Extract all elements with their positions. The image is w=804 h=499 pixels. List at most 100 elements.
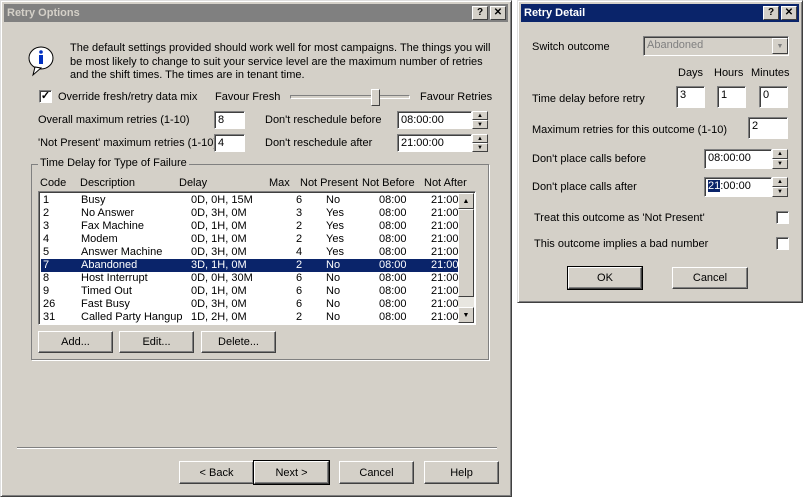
- scroll-down-icon[interactable]: ▼: [458, 307, 474, 323]
- cell-not-before: 08:00: [379, 311, 407, 323]
- table-row[interactable]: 26 Fast Busy 0D, 3H, 0M 6 No 08:00 21:00: [41, 298, 459, 311]
- retry-detail-titlebar[interactable]: Retry Detail ? ✕: [521, 4, 799, 22]
- bad-number-checkbox[interactable]: [776, 237, 789, 250]
- retry-options-window: Retry Options ? ✕ The default settings p…: [0, 0, 512, 497]
- spin-up-icon[interactable]: ▲: [472, 111, 488, 120]
- switch-outcome-select[interactable]: Abandoned: [643, 36, 789, 56]
- not-present-max-input[interactable]: 4: [214, 134, 245, 152]
- info-text: The default settings provided should wor…: [70, 42, 491, 81]
- cancel-button[interactable]: Cancel: [339, 461, 414, 484]
- cell-delay: 0D, 3H, 0M: [191, 207, 247, 219]
- dont-after-input[interactable]: 21:00:00: [397, 134, 472, 152]
- cell-not-present: No: [326, 298, 341, 310]
- spin-down-icon[interactable]: ▼: [472, 143, 488, 152]
- table-row[interactable]: 31 Called Party Hangup 1D, 2H, 0M 2 No 08:00 2…: [41, 311, 459, 324]
- cell-max: 2: [296, 220, 303, 232]
- cell-delay: 0D, 0H, 30M: [191, 272, 253, 284]
- fresh-retry-slider-thumb[interactable]: [371, 89, 381, 106]
- override-checkbox[interactable]: ✓: [39, 90, 52, 103]
- cell-delay: 0D, 0H, 15M: [191, 194, 253, 206]
- cell-delay: 0D, 1H, 0M: [191, 220, 247, 232]
- list-scrollbar[interactable]: ▲ ▼: [458, 193, 474, 323]
- help-button[interactable]: Help: [424, 461, 499, 484]
- col-not-after[interactable]: Not After: [424, 177, 467, 189]
- cell-delay: 0D, 1H, 0M: [191, 285, 247, 297]
- cell-max: 6: [296, 285, 303, 297]
- table-row[interactable]: 7 Abandoned 3D, 1H, 0M 2 No 08:00 21:00: [41, 259, 459, 272]
- cell-not-after: 21:00: [431, 311, 459, 323]
- retry-options-titlebar[interactable]: Retry Options ? ✕: [4, 4, 508, 22]
- dont-before-spinner[interactable]: ▲ ▼: [472, 111, 488, 129]
- spin-up-icon[interactable]: ▲: [772, 149, 788, 159]
- after-label: Don't place calls after: [532, 181, 637, 193]
- table-row[interactable]: 8 Host Interrupt 0D, 0H, 30M 6 No 08:00 21:00: [41, 272, 459, 285]
- failure-list[interactable]: ▲ ▼ 1 Busy 0D, 0H, 15M 6 No 08:00 21:00 2 No Ans…: [38, 191, 476, 325]
- cell-not-present: No: [326, 285, 341, 297]
- cell-not-before: 08:00: [379, 259, 407, 271]
- cell-code: 26: [43, 298, 56, 310]
- cell-not-present: No: [326, 259, 341, 271]
- max-retries-input[interactable]: 2: [748, 117, 788, 139]
- table-row[interactable]: 9 Timed Out 0D, 1H, 0M 6 No 08:00 21:00: [41, 285, 459, 298]
- info-icon: [28, 46, 54, 77]
- cell-code: 7: [43, 259, 50, 271]
- window-title: Retry Options: [7, 7, 80, 19]
- edit-button[interactable]: Edit...: [119, 331, 194, 353]
- not-present-checkbox[interactable]: [776, 211, 789, 224]
- table-row[interactable]: 1 Busy 0D, 0H, 15M 6 No 08:00 21:00: [41, 194, 459, 207]
- after-spinner[interactable]: ▲ ▼: [772, 177, 788, 197]
- dont-after-spinner[interactable]: ▲ ▼: [472, 134, 488, 152]
- cell-max: 2: [296, 259, 303, 271]
- minutes-input[interactable]: 0: [759, 86, 788, 108]
- table-row[interactable]: 3 Fax Machine 0D, 1H, 0M 2 Yes 08:00 21:00: [41, 220, 459, 233]
- col-delay[interactable]: Delay: [179, 177, 207, 189]
- cell-code: 3: [43, 220, 50, 232]
- cell-description: Fast Busy: [81, 298, 130, 310]
- add-button[interactable]: Add...: [38, 331, 113, 353]
- spin-down-icon[interactable]: ▼: [772, 159, 788, 169]
- delete-button[interactable]: Delete...: [201, 331, 276, 353]
- scroll-thumb[interactable]: [458, 209, 474, 297]
- spin-down-icon[interactable]: ▼: [772, 187, 788, 197]
- cell-not-before: 08:00: [379, 194, 407, 206]
- dont-before-input[interactable]: 08:00:00: [397, 111, 472, 129]
- detail-cancel-button[interactable]: Cancel: [672, 267, 748, 289]
- after-input[interactable]: 21:00:00: [704, 177, 772, 197]
- col-not-present[interactable]: Not Present: [300, 177, 358, 189]
- back-button[interactable]: < Back: [179, 461, 254, 484]
- days-input[interactable]: 3: [676, 86, 705, 108]
- close-title-button[interactable]: ✕: [781, 6, 797, 20]
- next-button[interactable]: Next >: [253, 460, 330, 485]
- close-title-button[interactable]: ✕: [490, 6, 506, 20]
- spin-down-icon[interactable]: ▼: [472, 120, 488, 129]
- before-input[interactable]: 08:00:00: [704, 149, 772, 169]
- col-max[interactable]: Max: [269, 177, 290, 189]
- scroll-up-icon[interactable]: ▲: [458, 193, 474, 209]
- table-row[interactable]: 4 Modem 0D, 1H, 0M 2 Yes 08:00 21:00: [41, 233, 459, 246]
- col-not-before[interactable]: Not Before: [362, 177, 415, 189]
- chevron-down-icon[interactable]: ▼: [772, 38, 788, 54]
- cell-not-after: 21:00: [431, 220, 459, 232]
- overall-max-input[interactable]: 8: [214, 111, 245, 129]
- cell-delay: 0D, 3H, 0M: [191, 246, 247, 258]
- cell-not-before: 08:00: [379, 233, 407, 245]
- before-spinner[interactable]: ▲ ▼: [772, 149, 788, 169]
- col-code[interactable]: Code: [40, 177, 66, 189]
- hours-input[interactable]: 1: [717, 86, 746, 108]
- spin-up-icon[interactable]: ▲: [772, 177, 788, 187]
- cell-not-after: 21:00: [431, 298, 459, 310]
- cell-not-present: No: [326, 194, 341, 206]
- cell-description: Timed Out: [81, 285, 132, 297]
- spin-up-icon[interactable]: ▲: [472, 134, 488, 143]
- overall-max-label: Overall maximum retries (1-10): [38, 114, 190, 126]
- ok-button[interactable]: OK: [567, 266, 643, 290]
- cell-max: 6: [296, 272, 303, 284]
- after-rest: :00:00: [720, 180, 751, 192]
- col-description[interactable]: Description: [80, 177, 135, 189]
- cell-not-after: 21:00: [431, 233, 459, 245]
- help-title-button[interactable]: ?: [763, 6, 779, 20]
- cell-not-after: 21:00: [431, 246, 459, 258]
- help-title-button[interactable]: ?: [472, 6, 488, 20]
- table-row[interactable]: 5 Answer Machine 0D, 3H, 0M 4 Yes 08:00 21:00: [41, 246, 459, 259]
- table-row[interactable]: 2 No Answer 0D, 3H, 0M 3 Yes 08:00 21:00: [41, 207, 459, 220]
